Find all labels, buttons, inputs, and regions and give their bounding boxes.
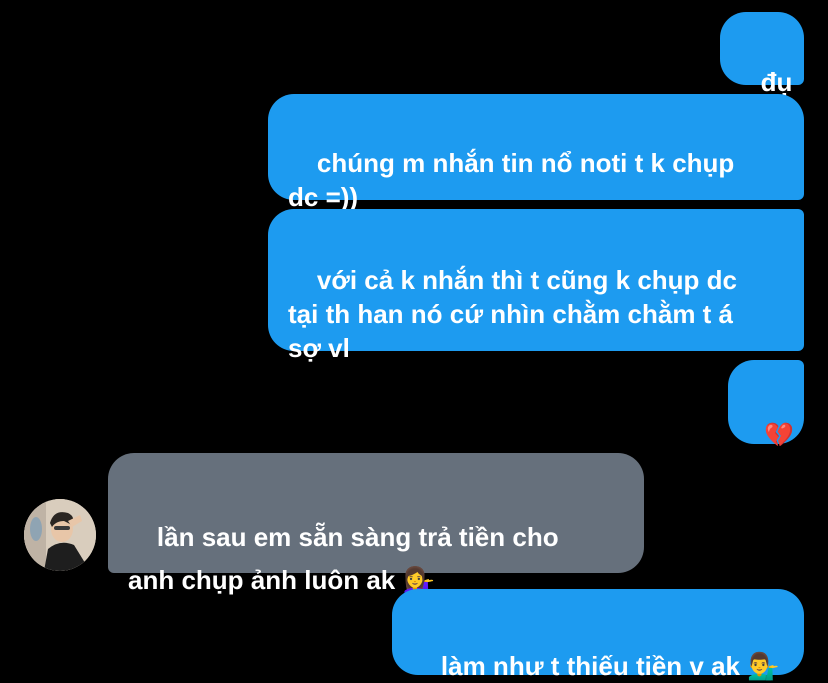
message-bubble-sent[interactable]: làm như t thiếu tiền v ak 💁‍♂️: [392, 589, 804, 681]
chat-thread: đụ chúng m nhắn tin nổ noti t k chụp dc …: [0, 0, 828, 683]
message-bubble-sent[interactable]: đụ: [720, 12, 804, 97]
message-text: đụ: [760, 67, 793, 97]
message-bubble-sent[interactable]: chúng m nhắn tin nổ noti t k chụp dc =)): [268, 94, 804, 212]
message-bubble-sent[interactable]: 💔: [728, 360, 804, 449]
message-bubble-received[interactable]: lần sau em sẵn sàng trả tiền cho anh chụ…: [108, 453, 644, 595]
broken-heart-emoji: 💔: [764, 422, 795, 449]
message-bubble-sent[interactable]: với cả k nhắn thì t cũng k chụp dc tại t…: [268, 209, 804, 363]
contact-avatar[interactable]: [24, 499, 96, 571]
message-text: chúng m nhắn tin nổ noti t k chụp dc =)): [288, 148, 735, 212]
person-photo-icon: [24, 499, 96, 571]
message-text: với cả k nhắn thì t cũng k chụp dc tại t…: [288, 265, 738, 363]
message-text: làm như t thiếu tiền v ak 💁‍♂️: [440, 651, 780, 681]
message-text: lần sau em sẵn sàng trả tiền cho anh chụ…: [128, 522, 559, 595]
